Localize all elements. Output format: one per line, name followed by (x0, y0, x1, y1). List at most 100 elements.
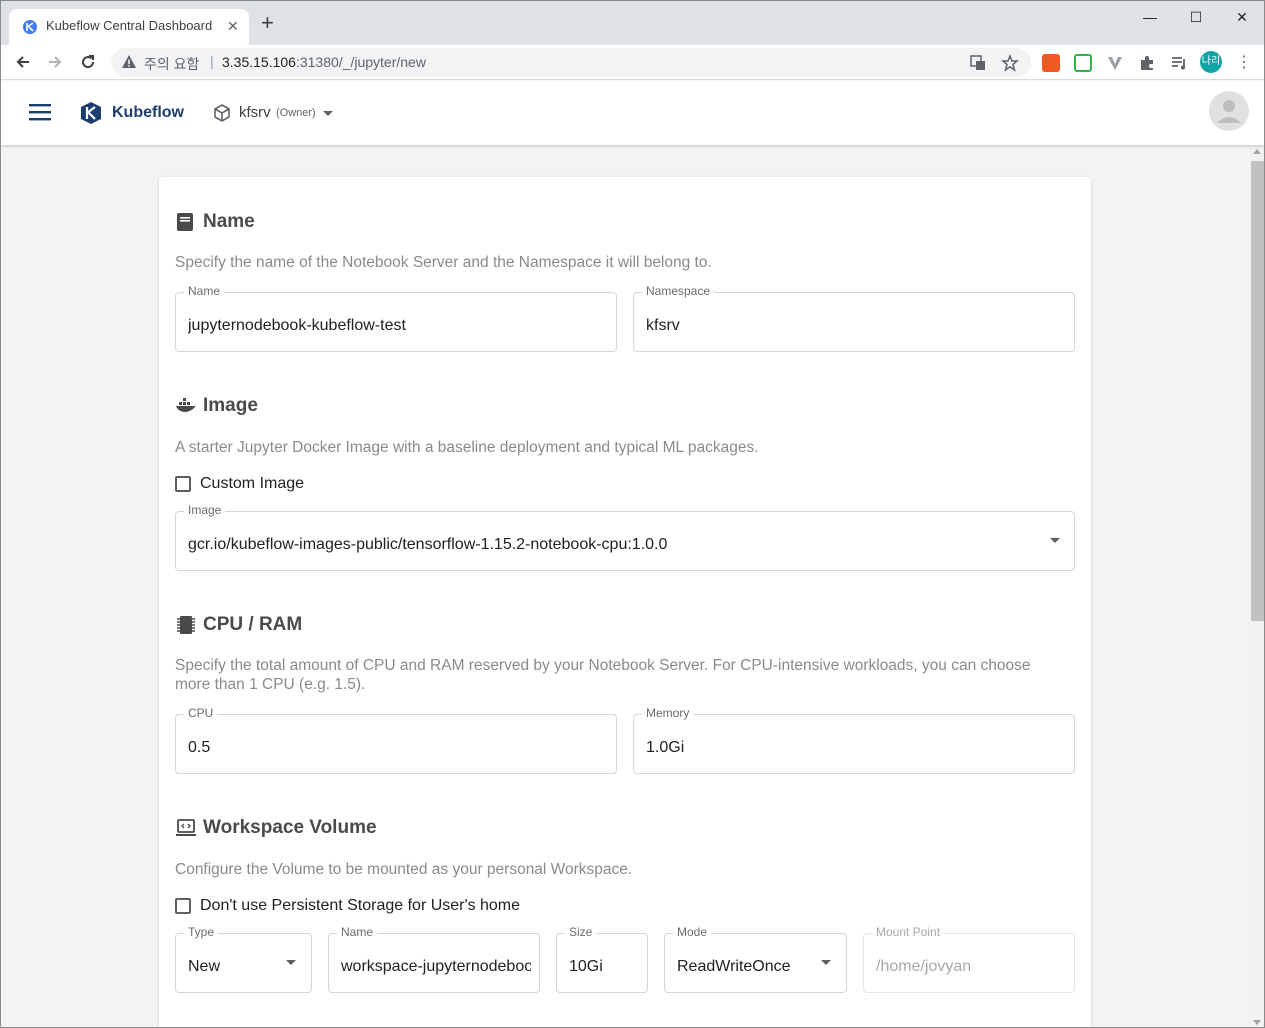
volume-mode-value[interactable]: ReadWriteOnce (677, 958, 791, 976)
reload-icon[interactable] (75, 49, 101, 75)
memory-input[interactable]: 1.0Gi (646, 739, 684, 757)
memory-label: Memory (642, 706, 694, 720)
url-path: :31380/_/jupyter/new (295, 54, 426, 70)
mount-point-input: /home/jovyan (876, 958, 972, 975)
kubeflow-logo-icon[interactable] (79, 101, 103, 125)
custom-image-checkbox[interactable] (175, 476, 191, 492)
browser-menu-icon[interactable]: ⋮ (1235, 54, 1253, 72)
docker-icon (176, 398, 196, 412)
browser-tab[interactable]: Kubeflow Central Dashboard ✕ (9, 9, 249, 45)
volume-name-label: Name (337, 925, 378, 939)
notebook-name-field[interactable]: Name jupyternodebook-kubeflow-test (175, 284, 617, 352)
volume-mode-dropdown-icon[interactable] (821, 960, 831, 965)
memory-chip-icon (177, 616, 195, 634)
volume-type-label: Type (184, 925, 219, 939)
volume-name-input[interactable]: workspace-jupyternodebook-kubeflow-test (341, 958, 531, 976)
image-section-description: A starter Jupyter Docker Image with a ba… (175, 439, 759, 456)
bookmark-star-icon[interactable] (1001, 54, 1019, 72)
back-icon[interactable] (10, 49, 36, 75)
cpu-field[interactable]: CPU 0.5 (175, 706, 617, 774)
namespace-input[interactable]: kfsrv (646, 317, 680, 335)
scrollbar-thumb[interactable] (1251, 161, 1264, 621)
warning-icon[interactable] (121, 54, 137, 70)
security-label: 주의 요함 (144, 56, 200, 72)
namespace-role: (Owner) (276, 107, 316, 119)
image-label: Image (184, 503, 226, 517)
scroll-down-icon[interactable] (1253, 1020, 1261, 1025)
new-tab-icon[interactable]: + (261, 12, 274, 34)
scroll-up-icon[interactable] (1253, 149, 1261, 154)
cpu-section-description: Specify the total amount of CPU and RAM … (175, 657, 1031, 693)
no-persistent-storage-checkbox[interactable] (175, 898, 191, 914)
window-close-icon[interactable]: ✕ (1219, 5, 1264, 29)
image-section-title: Image (175, 395, 258, 417)
workspace-section-title: Workspace Volume (175, 817, 377, 839)
hamburger-menu-icon[interactable] (29, 103, 51, 121)
cpu-section-title-text: CPU / RAM (203, 614, 303, 635)
book-icon (177, 213, 193, 231)
extension-orange-icon[interactable] (1042, 54, 1060, 72)
main-content: Name Specify the name of the Notebook Se… (1, 145, 1249, 1027)
no-persistent-storage-label[interactable]: Don't use Persistent Storage for User's … (200, 897, 520, 915)
volume-type-select[interactable]: Type New (175, 925, 312, 993)
kubeflow-brand[interactable]: Kubeflow (112, 104, 184, 122)
namespace-label: Namespace (642, 284, 715, 298)
user-avatar[interactable] (1209, 91, 1249, 131)
notebook-name-label: Name (184, 284, 225, 298)
custom-image-label[interactable]: Custom Image (200, 475, 304, 493)
url-separator: | (210, 53, 214, 69)
url-host: 3.35.15.106 (222, 54, 296, 70)
url-text: 3.35.15.106:31380/_/jupyter/new (222, 54, 426, 70)
name-section-title: Name (175, 211, 255, 233)
namespace-dropdown-icon[interactable] (323, 111, 333, 116)
kubeflow-header: Kubeflow kfsrv (Owner) (1, 81, 1264, 145)
memory-field[interactable]: Memory 1.0Gi (633, 706, 1075, 774)
custom-image-checkbox-row[interactable]: Custom Image (175, 475, 304, 493)
namespace-selector-name[interactable]: kfsrv (239, 104, 271, 121)
address-bar[interactable]: 주의 요함 | 3.35.15.106:31380/_/jupyter/new (111, 48, 1031, 77)
account-icon (1217, 100, 1241, 123)
tab-close-icon[interactable]: ✕ (227, 18, 239, 34)
tab-strip: Kubeflow Central Dashboard ✕ + — ☐ ✕ (1, 1, 1264, 45)
browser-window: Kubeflow Central Dashboard ✕ + — ☐ ✕ 주의 … (0, 0, 1265, 1028)
notebook-form-card: Name Specify the name of the Notebook Se… (159, 177, 1091, 1027)
tab-title: Kubeflow Central Dashboard (46, 18, 213, 33)
volume-mode-select[interactable]: Mode ReadWriteOnce (664, 925, 847, 993)
volume-size-field[interactable]: Size 10Gi (556, 925, 648, 993)
laptop-code-icon (176, 819, 196, 836)
name-section-title-text: Name (203, 211, 255, 232)
image-section-title-text: Image (203, 395, 258, 416)
maximize-icon[interactable]: ☐ (1173, 5, 1219, 29)
page-scrollbar[interactable] (1249, 145, 1264, 1027)
volume-size-input[interactable]: 10Gi (569, 958, 603, 976)
cpu-section-title: CPU / RAM (175, 614, 302, 636)
mount-point-field: Mount Point /home/jovyan (863, 925, 1075, 993)
extensions-puzzle-icon[interactable] (1138, 54, 1156, 72)
mount-point-label: Mount Point (872, 925, 945, 939)
cpu-input[interactable]: 0.5 (188, 739, 210, 757)
image-dropdown-icon[interactable] (1050, 538, 1060, 543)
image-value[interactable]: gcr.io/kubeflow-images-public/tensorflow… (188, 536, 667, 554)
browser-toolbar: 주의 요함 | 3.35.15.106:31380/_/jupyter/new … (1, 45, 1264, 80)
cpu-label: CPU (184, 706, 218, 720)
namespace-cube-icon (214, 104, 230, 122)
volume-type-dropdown-icon[interactable] (286, 960, 296, 965)
notebook-name-input[interactable]: jupyternodebook-kubeflow-test (188, 317, 406, 335)
minimize-icon[interactable]: — (1127, 5, 1173, 29)
image-select[interactable]: Image gcr.io/kubeflow-images-public/tens… (175, 503, 1075, 571)
extension-green-icon[interactable] (1074, 54, 1092, 72)
translate-icon[interactable] (969, 54, 987, 72)
name-section-description: Specify the name of the Notebook Server … (175, 254, 712, 271)
volume-type-value[interactable]: New (188, 958, 220, 976)
profile-avatar[interactable]: 나리 (1200, 51, 1222, 73)
media-list-icon[interactable] (1170, 54, 1188, 72)
no-persistent-checkbox-row[interactable]: Don't use Persistent Storage for User's … (175, 897, 520, 915)
workspace-section-description: Configure the Volume to be mounted as yo… (175, 861, 633, 878)
kubeflow-favicon-icon (23, 20, 37, 34)
volume-name-field[interactable]: Name workspace-jupyternodebook-kubeflow-… (328, 925, 540, 993)
namespace-field[interactable]: Namespace kfsrv (633, 284, 1075, 352)
forward-icon[interactable] (42, 49, 68, 75)
volume-mode-label: Mode (673, 925, 712, 939)
volume-size-label: Size (565, 925, 597, 939)
extension-v-icon[interactable] (1106, 54, 1124, 72)
